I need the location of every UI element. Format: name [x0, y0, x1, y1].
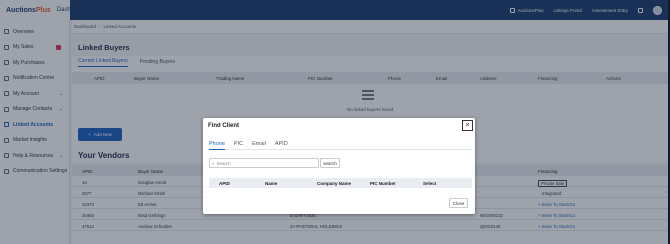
tab-email[interactable]: Email: [252, 141, 266, 147]
tab-apid[interactable]: APID: [275, 141, 288, 147]
close-icon[interactable]: ×: [462, 120, 473, 131]
col-apid: APID: [219, 181, 230, 186]
search-type-tabs: Phone PIC Email APID: [209, 141, 288, 147]
active-tab-indicator: [209, 148, 225, 150]
col-name: Name: [265, 181, 278, 186]
col-select: Select: [423, 181, 437, 186]
tab-phone[interactable]: Phone: [209, 141, 225, 147]
search-icon: ⌕: [212, 160, 215, 166]
col-company-name: Company Name: [317, 181, 352, 186]
col-pic-number: PIC Number: [370, 181, 396, 186]
search-input[interactable]: ⌕ Search: [209, 158, 319, 168]
search-button[interactable]: search: [320, 158, 340, 168]
close-button[interactable]: Close: [449, 198, 468, 208]
client-table-header: APID Name Company Name PIC Number Select: [209, 178, 472, 188]
modal-title: Find Client: [208, 123, 239, 129]
search-placeholder: Search: [216, 160, 231, 166]
tab-pic[interactable]: PIC: [234, 141, 243, 147]
find-client-modal: Find Client × Phone PIC Email APID ⌕ Sea…: [203, 118, 475, 214]
tab-divider: [208, 149, 472, 150]
